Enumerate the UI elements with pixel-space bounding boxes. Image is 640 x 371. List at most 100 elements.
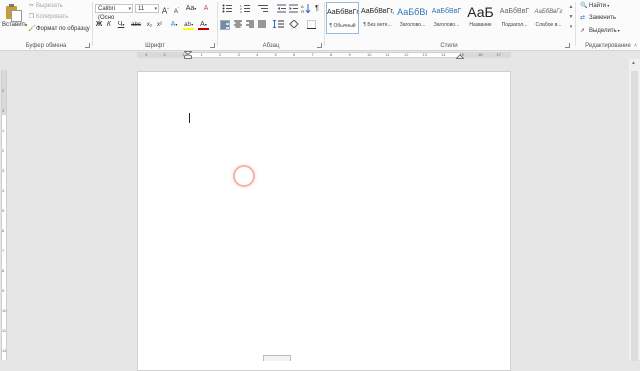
superscript-button[interactable]: x² bbox=[155, 20, 164, 30]
cut-label: Вырезать bbox=[36, 3, 63, 9]
font-color-button[interactable]: A▾ bbox=[197, 20, 210, 30]
ruler-tick-label: 12 bbox=[404, 52, 409, 57]
ruler-tick-label: 7 bbox=[2, 248, 5, 253]
ruler-tick-label: 5 bbox=[274, 52, 277, 57]
numbering-button[interactable]: 123 bbox=[238, 4, 252, 14]
italic-button[interactable]: К bbox=[105, 20, 113, 30]
text-effects-button[interactable]: A▾ bbox=[168, 20, 180, 30]
bold-button[interactable]: Ж bbox=[95, 20, 103, 30]
ruler-tick-label: 17 bbox=[496, 52, 501, 57]
horizontal-ruler[interactable]: 3 2 1 1 2 3 4 5 6 7 8 9 10 11 12 13 14 15 16 17 bbox=[0, 51, 640, 59]
vertical-scrollbar[interactable]: ▲ bbox=[629, 59, 640, 361]
scrollbar-thumb[interactable] bbox=[631, 71, 638, 361]
ruler-tick-label: 2 bbox=[2, 148, 5, 153]
chevron-down-icon: ▾ bbox=[154, 6, 157, 12]
align-center-icon bbox=[234, 20, 242, 28]
ruler-tick-label: 9 bbox=[348, 52, 351, 57]
increase-indent-button[interactable] bbox=[288, 4, 298, 14]
increase-indent-icon bbox=[288, 4, 298, 13]
clear-formatting-icon: A bbox=[203, 5, 209, 12]
styles-group: Стили bbox=[326, 0, 572, 50]
numbering-icon: 123 bbox=[240, 4, 250, 14]
ruler-tick-label: 8 bbox=[330, 52, 333, 57]
show-formatting-button[interactable]: ¶ bbox=[312, 4, 322, 14]
cut-button[interactable]: ✂ Вырезать bbox=[28, 2, 63, 11]
ruler-tick-label: 2 bbox=[163, 52, 166, 57]
font-size-select[interactable]: 11 ▾ bbox=[135, 4, 159, 13]
copy-button[interactable]: ❐ Копировать bbox=[28, 13, 69, 22]
align-left-icon bbox=[221, 21, 229, 29]
ruler-right-margin bbox=[460, 52, 511, 58]
ruler-tick-label: 4 bbox=[256, 52, 259, 57]
align-center-button[interactable] bbox=[233, 20, 243, 30]
indent-marker-icon[interactable] bbox=[184, 51, 192, 59]
paragraph-launcher-icon[interactable] bbox=[317, 43, 322, 48]
font-size-value: 11 bbox=[138, 6, 145, 12]
clipboard-launcher-icon[interactable] bbox=[85, 43, 90, 48]
clear-formatting-button[interactable]: A bbox=[201, 4, 211, 14]
align-right-icon bbox=[246, 20, 254, 28]
ruler-tick-label: 1 bbox=[2, 108, 5, 113]
bullets-button[interactable] bbox=[220, 4, 234, 14]
paste-button[interactable]: Вставить bbox=[2, 1, 28, 37]
ruler-tick-label: 8 bbox=[2, 268, 5, 273]
clipboard-group: Вставить ✂ Вырезать ❐ Копировать 🖌Формат п… bbox=[0, 0, 92, 50]
styles-launcher-icon[interactable] bbox=[565, 43, 570, 48]
font-group: Calibri (Осно ▾ 11 ▾ A^ Aˇ Aa▾ A Ж К Ч▾ ab… bbox=[93, 0, 217, 50]
format-painter-button[interactable]: 🖌Формат по образцу bbox=[28, 25, 90, 34]
justify-button[interactable] bbox=[257, 20, 267, 30]
shrink-font-button[interactable]: Aˇ bbox=[172, 4, 181, 15]
multilevel-list-button[interactable] bbox=[256, 4, 270, 14]
ruler-tick-label: 11 bbox=[2, 328, 7, 333]
shading-button[interactable] bbox=[288, 19, 301, 30]
clipboard-group-label: Буфер обмена bbox=[25, 43, 67, 49]
underline-button[interactable]: Ч▾ bbox=[115, 20, 127, 30]
svg-text:3: 3 bbox=[240, 10, 242, 13]
ruler-tick-label: 10 bbox=[2, 308, 7, 313]
ruler-tick-label: 16 bbox=[478, 52, 483, 57]
vertical-ruler[interactable]: 2 1 1 2 3 4 5 6 7 8 9 10 11 12 bbox=[1, 70, 7, 360]
align-right-button[interactable] bbox=[245, 20, 255, 30]
borders-icon bbox=[306, 20, 316, 29]
font-color-bar bbox=[198, 28, 209, 30]
editing-group: Редактирование ˄ bbox=[576, 0, 640, 50]
sort-icon: АЯ bbox=[301, 4, 310, 14]
sort-button[interactable]: АЯ bbox=[300, 4, 310, 14]
ruler-tick-label: 1 bbox=[2, 128, 5, 133]
highlight-button[interactable]: ab▾ bbox=[182, 20, 195, 30]
multilevel-list-icon bbox=[258, 5, 268, 12]
scroll-up-icon[interactable]: ▲ bbox=[631, 60, 636, 66]
paragraph-group: 123 АЯ ¶ Абзац bbox=[218, 0, 324, 50]
ruler-tick-label: 12 bbox=[2, 348, 7, 353]
ruler-tick-label: 13 bbox=[422, 52, 427, 57]
ruler-track bbox=[137, 52, 511, 58]
status-bar-tab bbox=[263, 355, 291, 361]
line-spacing-button[interactable] bbox=[271, 19, 285, 30]
ruler-tick-label: 1 bbox=[200, 52, 203, 57]
chevron-down-icon: ▾ bbox=[128, 6, 131, 12]
brush-icon: 🖌 bbox=[28, 26, 36, 32]
ruler-tick-label: 6 bbox=[293, 52, 296, 57]
borders-button[interactable] bbox=[304, 20, 318, 30]
ruler-tick-label: 14 bbox=[441, 52, 446, 57]
collapse-ribbon-icon[interactable]: ˄ bbox=[634, 43, 637, 49]
styles-group-label: Стили bbox=[440, 43, 458, 49]
ruler-tick-label: 15 bbox=[459, 52, 464, 57]
superscript-icon: x² bbox=[157, 22, 162, 28]
font-family-select[interactable]: Calibri (Осно ▾ bbox=[95, 4, 133, 21]
grow-font-button[interactable]: A^ bbox=[161, 4, 170, 16]
ruler-tick-label: 2 bbox=[219, 52, 222, 57]
click-indicator bbox=[233, 165, 255, 187]
change-case-button[interactable]: Aa▾ bbox=[185, 4, 197, 14]
subscript-icon: x₂ bbox=[146, 22, 153, 28]
document-page[interactable] bbox=[137, 71, 511, 371]
align-left-button[interactable] bbox=[220, 20, 230, 30]
format-painter-label: Формат по образцу bbox=[36, 26, 90, 32]
font-launcher-icon[interactable] bbox=[210, 43, 215, 48]
strikethrough-button[interactable]: abc bbox=[130, 20, 142, 30]
subscript-button[interactable]: x₂ bbox=[145, 20, 154, 30]
decrease-indent-button[interactable] bbox=[276, 4, 286, 14]
paste-label: Вставить bbox=[2, 22, 28, 28]
ruler-tick-label: 6 bbox=[2, 228, 5, 233]
ruler-tick-label: 10 bbox=[367, 52, 372, 57]
